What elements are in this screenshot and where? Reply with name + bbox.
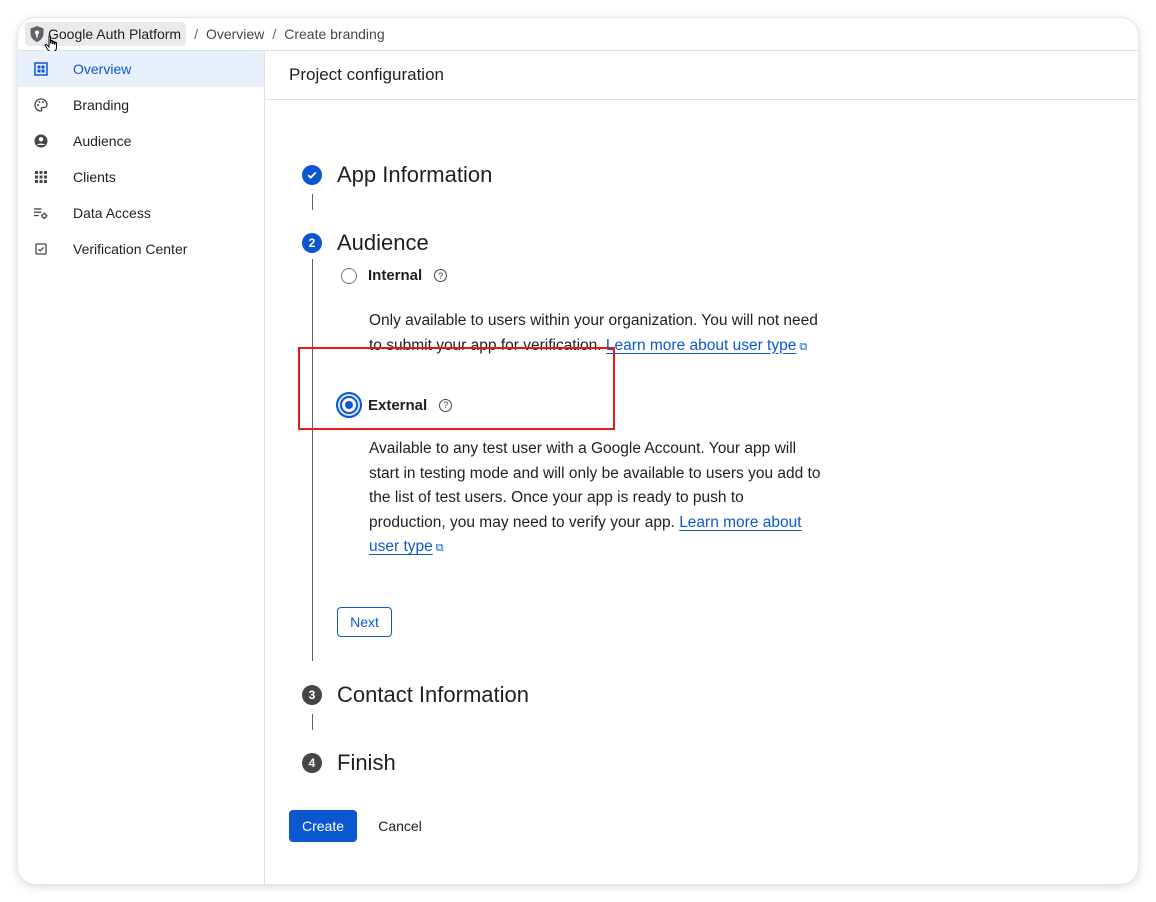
sidebar-item-label: Data Access <box>73 205 151 221</box>
sidebar-item-label: Overview <box>73 61 132 77</box>
audience-option-external[interactable]: External ? <box>336 392 453 418</box>
breadcrumb: Google Auth Platform / Overview / Create… <box>18 18 1138 51</box>
step-title-contact-information: Contact Information <box>337 682 529 707</box>
main-content: Project configuration App Information 2 … <box>265 51 1138 884</box>
sidebar-item-verification-center[interactable]: Verification Center <box>18 231 264 267</box>
sidebar-item-label: Audience <box>73 133 132 149</box>
sidebar-item-label: Clients <box>73 169 116 185</box>
option-label: Internal <box>368 267 423 284</box>
account-circle-icon <box>34 134 48 148</box>
step-title-app-information[interactable]: App Information <box>337 162 492 188</box>
sidebar-item-overview[interactable]: Overview <box>18 51 264 87</box>
check-circle-icon <box>302 165 322 185</box>
help-icon[interactable]: ? <box>434 269 448 282</box>
sidebar-item-label: Verification Center <box>73 241 188 257</box>
step-connector <box>312 259 313 661</box>
step-number-badge: 3 <box>302 685 322 705</box>
step-number-badge: 2 <box>302 233 322 253</box>
learn-more-link[interactable]: Learn more about user type <box>606 337 796 354</box>
create-button[interactable]: Create <box>289 810 357 842</box>
list-settings-icon <box>34 206 48 220</box>
dashboard-icon <box>34 62 48 76</box>
audience-option-internal[interactable]: Internal ? <box>341 267 448 284</box>
help-icon[interactable]: ? <box>439 398 453 412</box>
radio-external[interactable] <box>336 392 362 418</box>
step-connector <box>312 714 313 730</box>
open-in-new-icon: ⧉ <box>799 340 808 353</box>
page-title: Project configuration <box>265 51 1138 100</box>
step-number-badge: 4 <box>302 753 322 773</box>
breadcrumb-label: Google Auth Platform <box>48 26 182 42</box>
breadcrumb-separator: / <box>194 26 198 42</box>
external-description: Available to any test user with a Google… <box>369 437 824 561</box>
cancel-button[interactable]: Cancel <box>370 810 430 842</box>
sidebar-item-clients[interactable]: Clients <box>18 159 264 195</box>
breadcrumb-item-overview[interactable]: Overview <box>206 26 264 42</box>
checkbox-icon <box>34 242 48 256</box>
palette-icon <box>34 98 48 112</box>
open-in-new-icon: ⧉ <box>435 542 444 554</box>
step-title-audience: Audience <box>337 230 429 255</box>
breadcrumb-item-create-branding: Create branding <box>284 26 385 42</box>
app-window: Google Auth Platform / Overview / Create… <box>18 18 1138 884</box>
apps-grid-icon <box>34 170 48 184</box>
radio-internal[interactable] <box>341 267 357 284</box>
sidebar-item-data-access[interactable]: Data Access <box>18 195 264 231</box>
internal-description: Only available to users within your orga… <box>369 309 819 359</box>
option-label: External <box>368 396 428 414</box>
sidebar-item-label: Branding <box>73 97 130 113</box>
sidebar: Overview Branding Audience Clients Data … <box>18 51 265 884</box>
step-connector <box>312 194 313 210</box>
sidebar-item-branding[interactable]: Branding <box>18 87 264 123</box>
sidebar-item-audience[interactable]: Audience <box>18 123 264 159</box>
next-button[interactable]: Next <box>337 607 392 637</box>
step-title-finish: Finish <box>337 750 396 775</box>
breadcrumb-separator: / <box>272 26 277 42</box>
